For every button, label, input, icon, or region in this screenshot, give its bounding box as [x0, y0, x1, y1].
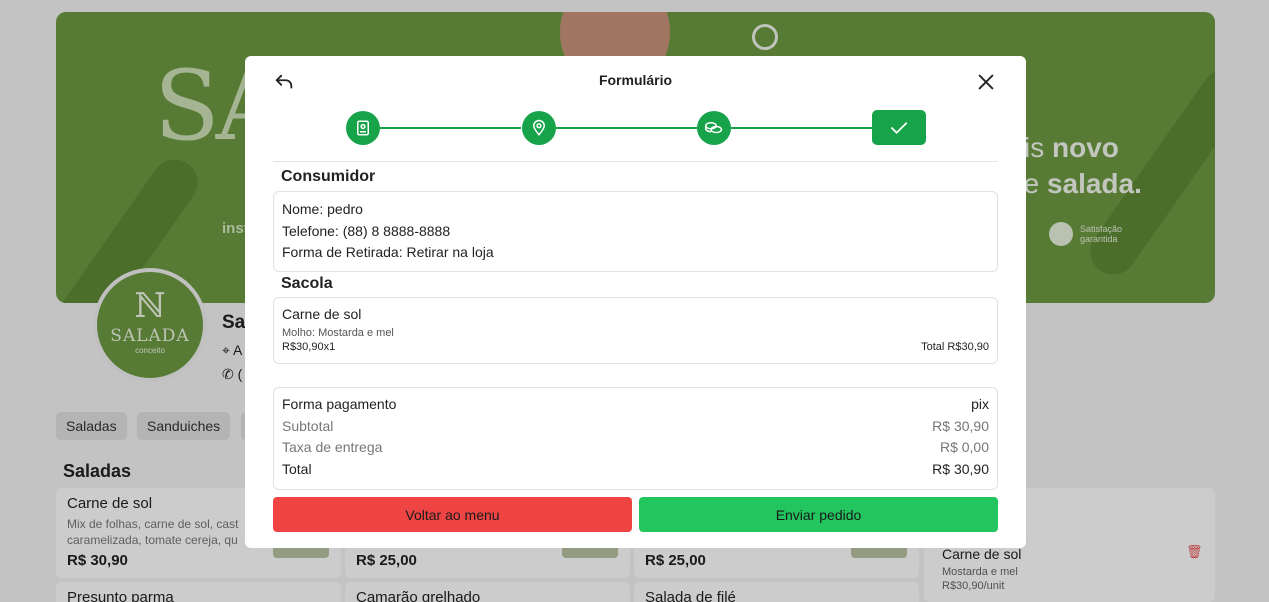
bag-item-name: Carne de sol: [282, 306, 362, 322]
payment-method-label: Forma pagamento: [282, 396, 397, 412]
consumer-box: Nome: pedro Telefone: (88) 8 8888-8888 F…: [273, 191, 998, 272]
check-icon: [890, 121, 908, 134]
delivery-fee-value: R$ 0,00: [939, 439, 989, 455]
subtotal-label: Subtotal: [282, 417, 334, 434]
send-order-button[interactable]: Enviar pedido: [639, 497, 998, 532]
step-consumer[interactable]: [346, 111, 380, 145]
step-connector: [731, 127, 873, 129]
subtotal-value: R$ 30,90: [932, 417, 989, 434]
step-confirm[interactable]: [872, 110, 926, 145]
order-form-modal: Formulário Consumidor Nome: pedro Telefo…: [245, 56, 1026, 548]
bag-item-total: Total R$30,90: [921, 341, 989, 353]
bag-item: Carne de sol Molho: Mostarda e mel R$30,…: [273, 297, 998, 364]
step-connector: [379, 127, 521, 129]
total-label: Total: [282, 460, 312, 477]
payment-method-value: pix: [971, 396, 989, 412]
payment-method-row: Forma pagamento pix: [282, 394, 989, 416]
divider: [273, 161, 998, 162]
payment-summary: Forma pagamento pix Subtotal R$ 30,90 Ta…: [273, 387, 998, 490]
step-connector: [555, 127, 697, 129]
bag-item-sauce: Molho: Mostarda e mel: [282, 327, 394, 339]
delivery-fee-label: Taxa de entrega: [282, 439, 383, 455]
delivery-fee-row: Taxa de entrega R$ 0,00: [282, 437, 989, 459]
user-card-icon: [357, 120, 369, 136]
location-pin-icon: [532, 119, 546, 136]
coins-icon: [705, 122, 723, 134]
close-icon[interactable]: [975, 71, 997, 93]
consumer-heading: Consumidor: [281, 168, 376, 185]
modal-title: Formulário: [598, 72, 673, 88]
total-row: Total R$ 30,90: [282, 459, 989, 481]
consumer-pickup: Forma de Retirada: Retirar na loja: [282, 244, 494, 260]
progress-stepper: [345, 110, 927, 146]
modal-header: Formulário: [245, 56, 1026, 106]
step-payment[interactable]: [697, 111, 731, 145]
consumer-phone: Telefone: (88) 8 8888-8888: [282, 222, 451, 239]
step-address[interactable]: [522, 111, 556, 145]
bag-heading: Sacola: [281, 275, 333, 292]
bag-item-qty-price: R$30,90x1: [282, 341, 336, 353]
subtotal-row: Subtotal R$ 30,90: [282, 416, 989, 438]
total-value: R$ 30,90: [932, 460, 989, 477]
consumer-name: Nome: pedro: [282, 201, 363, 217]
back-to-menu-button[interactable]: Voltar ao menu: [273, 497, 632, 532]
